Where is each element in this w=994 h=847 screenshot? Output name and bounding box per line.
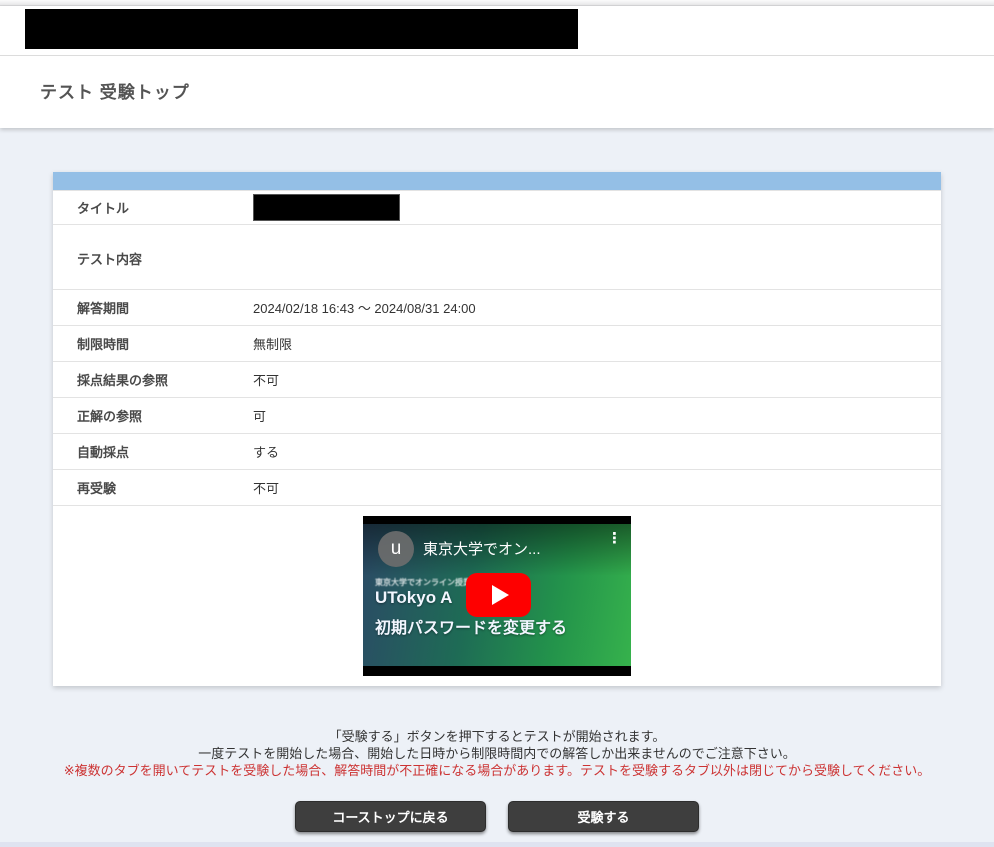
bottom-edge-strip bbox=[0, 842, 994, 847]
table-row-auto-grading: 自動採点 する bbox=[53, 433, 941, 469]
table-row-time-limit: 制限時間 無制限 bbox=[53, 325, 941, 361]
note-line-2: 一度テストを開始した場合、開始した日時から制限時間内での解答しか出来ませんのでご… bbox=[0, 745, 994, 762]
page-header: テスト 受験トップ bbox=[0, 6, 994, 128]
table-row-retake: 再受験 不可 bbox=[53, 469, 941, 505]
redacted-course-name bbox=[25, 9, 578, 49]
thumbnail-text-line2: 初期パスワードを変更する bbox=[375, 614, 567, 638]
table-row-score-reference: 採点結果の参照 不可 bbox=[53, 361, 941, 397]
row-value: 不可 bbox=[253, 370, 941, 389]
back-to-course-top-button[interactable]: コーストップに戻る bbox=[295, 801, 486, 832]
action-buttons: コーストップに戻る 受験する bbox=[0, 801, 994, 832]
row-value: する bbox=[253, 442, 941, 461]
thumbnail-text-line1: UTokyo A bbox=[375, 588, 452, 608]
row-label: 採点結果の参照 bbox=[53, 370, 253, 389]
header-divider bbox=[0, 55, 994, 56]
channel-avatar[interactable]: u bbox=[378, 531, 414, 567]
note-line-1: 「受験する」ボタンを押下するとテストが開始されます。 bbox=[0, 728, 994, 745]
row-label: テスト内容 bbox=[53, 225, 253, 268]
note-line-warning: ※複数のタブを開いてテストを受験した場合、解答時間が不正確になる場合があります。… bbox=[0, 762, 994, 779]
row-value: 無制限 bbox=[253, 334, 941, 353]
start-exam-button[interactable]: 受験する bbox=[508, 801, 699, 832]
row-label: 解答期間 bbox=[53, 298, 253, 317]
thumbnail-small-text: 東京大学でオンライン授業 bbox=[375, 577, 471, 588]
table-row-content: テスト内容 bbox=[53, 224, 941, 289]
table-row-title: タイトル bbox=[53, 190, 941, 224]
row-label: 制限時間 bbox=[53, 334, 253, 353]
main-content: タイトル テスト内容 解答期間 2024/02/18 16:43 ～ 2024/… bbox=[0, 128, 994, 832]
row-value bbox=[253, 194, 941, 221]
page-title: テスト 受験トップ bbox=[40, 78, 190, 103]
row-label: 再受験 bbox=[53, 478, 253, 497]
play-icon bbox=[492, 585, 509, 605]
row-value: 可 bbox=[253, 406, 941, 425]
table-row-answer-period: 解答期間 2024/02/18 16:43 ～ 2024/08/31 24:00 bbox=[53, 289, 941, 325]
kebab-menu-icon[interactable]: ⋮ bbox=[607, 535, 621, 542]
row-value: 不可 bbox=[253, 478, 941, 497]
row-value: 2024/02/18 16:43 ～ 2024/08/31 24:00 bbox=[253, 298, 941, 317]
redacted-test-title bbox=[253, 194, 400, 221]
video-title[interactable]: 東京大学でオン... bbox=[423, 538, 541, 559]
row-label: タイトル bbox=[53, 198, 253, 217]
row-label: 正解の参照 bbox=[53, 406, 253, 425]
panel-header-bar bbox=[53, 172, 941, 190]
table-row-answer-reference: 正解の参照 可 bbox=[53, 397, 941, 433]
row-label: 自動採点 bbox=[53, 442, 253, 461]
instruction-notes: 「受験する」ボタンを押下するとテストが開始されます。 一度テストを開始した場合、… bbox=[0, 728, 994, 779]
video-thumbnail[interactable]: u 東京大学でオン... ⋮ 東京大学でオンライン授業 UTokyo A 初期パ… bbox=[363, 524, 631, 666]
test-info-panel: タイトル テスト内容 解答期間 2024/02/18 16:43 ～ 2024/… bbox=[53, 172, 941, 686]
play-button[interactable] bbox=[466, 573, 531, 617]
youtube-embed[interactable]: u 東京大学でオン... ⋮ 東京大学でオンライン授業 UTokyo A 初期パ… bbox=[363, 516, 631, 676]
table-row-video: u 東京大学でオン... ⋮ 東京大学でオンライン授業 UTokyo A 初期パ… bbox=[53, 505, 941, 686]
